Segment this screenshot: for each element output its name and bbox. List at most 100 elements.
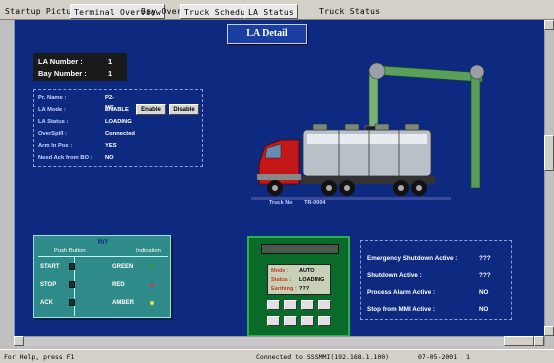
tab-la-status[interactable]: LA Status (244, 4, 299, 19)
tank-trailer (301, 123, 435, 184)
process-alarm-row: Process Alarm Active : NO (367, 287, 488, 298)
truck-illustration (251, 62, 485, 200)
bay-number-label: Bay Number : (38, 69, 87, 78)
amber-indicator-label: AMBER (112, 300, 134, 306)
push-button-header: Push Button (54, 248, 86, 254)
tab-truck-status[interactable]: Truck Status (316, 4, 383, 19)
status-value: ??? (479, 272, 491, 279)
info-value: Connected (105, 131, 135, 137)
mode-label: Mode : (271, 268, 289, 274)
earthing-row: Earthing :??? (271, 285, 309, 294)
stop-from-mmi-row: Stop from MMI Active : NO (367, 304, 488, 315)
bay-number-row: Bay Number : 1 (38, 68, 112, 79)
red-indicator-lamp (150, 283, 154, 287)
page-title: LA Detail (227, 24, 307, 44)
keypad-key[interactable] (267, 316, 280, 326)
shutdown-row: Shutdown Active :??? (367, 270, 491, 281)
hscroll-thumb[interactable] (504, 336, 534, 346)
help-text: For Help, press F1 (4, 353, 75, 361)
keypad-key[interactable] (318, 316, 331, 326)
tab-bar: Startup Picture Terminal Overview Bay Ov… (0, 0, 554, 20)
shutdown-status-panel: Emergency Shutdown Active :??? Shutdown … (360, 240, 512, 320)
horizontal-scrollbar[interactable] (14, 336, 544, 346)
keypad-key[interactable] (318, 300, 331, 310)
keypad-key[interactable] (301, 316, 314, 326)
status-page: 1 (466, 353, 470, 361)
keypad-key[interactable] (284, 300, 297, 310)
emergency-shutdown-row: Emergency Shutdown Active :??? (367, 253, 491, 264)
stop-label: STOP (40, 282, 57, 288)
truck-number: TR-0004 (304, 200, 326, 206)
scroll-thumb[interactable] (544, 135, 554, 171)
ack-label: ACK (40, 300, 53, 306)
la-number-label: LA Number : (38, 57, 83, 66)
disable-button[interactable]: Disable (169, 104, 199, 115)
green-indicator-label: GREEN (112, 264, 134, 270)
status-value: NO (479, 306, 489, 313)
la-number-box: LA Number : 1 Bay Number : 1 (33, 53, 127, 81)
info-row: Arm In Pos : YES (38, 141, 117, 151)
red-indicator-label: RED (112, 282, 125, 288)
scroll-up-button[interactable] (544, 20, 554, 30)
console-status-value: LOADING (299, 277, 325, 283)
status-label: Emergency Shutdown Active : (367, 255, 458, 262)
truck-number-label: Truck No TR-0004 (269, 200, 325, 206)
earthing-value: ??? (299, 286, 310, 292)
info-row: Need Ack from BO : NO (38, 153, 114, 163)
main-panel: LA Detail LA Number : 1 Bay Number : 1 P… (14, 20, 544, 346)
info-label: LA Mode : (38, 107, 66, 113)
start-push-button[interactable] (69, 263, 75, 270)
truck-cab (257, 139, 301, 185)
status-date: 07-05-2001 (418, 353, 458, 361)
status-label: Shutdown Active : (367, 272, 422, 279)
info-label: Need Ack from BO : (38, 155, 93, 161)
status-value: ??? (479, 255, 491, 262)
status-bar: For Help, press F1 Connected to SSSMMI(1… (0, 349, 554, 363)
vertical-scrollbar[interactable] (544, 20, 554, 346)
console-status-row: Status : LOADING (271, 276, 324, 285)
la-number-value: 1 (108, 57, 113, 66)
console-status-label: Status : (271, 277, 292, 283)
info-value: NO (105, 155, 114, 161)
ack-push-button[interactable] (69, 299, 75, 306)
bay-number-value: 1 (108, 69, 113, 78)
connection-status: Connected to SSSMMI(192.168.1.100) (256, 353, 390, 361)
info-row: OverSpill : Connected (38, 129, 135, 139)
console-screen: Mode : AUTO Status : LOADING Earthing :??? (267, 264, 331, 295)
mode-value: AUTO (299, 268, 315, 274)
info-row: LA Mode : ENABLE (38, 105, 129, 115)
left-margin (0, 20, 14, 346)
indication-header: Indication (136, 248, 161, 254)
status-label: Process Alarm Active : (367, 289, 436, 296)
rit-divider (38, 256, 168, 257)
info-label: OverSpill : (38, 131, 67, 137)
scroll-right-button[interactable] (534, 336, 544, 346)
keypad-key[interactable] (301, 300, 314, 310)
info-value: YES (105, 143, 117, 149)
la-info-panel: Pr. Name : P2-MS LA Mode : ENABLE LA Statu… (33, 89, 203, 167)
info-label: Pr. Name : (38, 95, 67, 101)
control-console: Mode : AUTO Status : LOADING Earthing :??? (247, 236, 350, 337)
status-value: NO (479, 289, 489, 296)
info-value: ENABLE (105, 107, 129, 113)
scroll-left-button[interactable] (14, 336, 24, 346)
start-label: START (40, 264, 60, 270)
keypad-key[interactable] (284, 316, 297, 326)
truck-label: Truck No (269, 200, 293, 206)
green-indicator-lamp (150, 265, 154, 269)
scroll-down-button[interactable] (544, 326, 554, 336)
rit-panel: RIT Push Button Indication START GREEN S… (33, 235, 171, 318)
console-display-bar (261, 244, 339, 254)
earthing-label: Earthing : (271, 286, 297, 292)
enable-button[interactable]: Enable (136, 104, 166, 115)
rit-title: RIT (97, 239, 109, 246)
info-value: LOADING (105, 119, 132, 125)
keypad-key[interactable] (267, 300, 280, 310)
info-row: Pr. Name : P2-MS (38, 93, 114, 111)
stop-push-button[interactable] (69, 281, 75, 288)
mode-row: Mode : AUTO (271, 267, 314, 276)
info-label: LA Status : (38, 119, 69, 125)
status-label: Stop from MMI Active : (367, 306, 435, 313)
amber-indicator-lamp (150, 301, 154, 305)
console-keypad (267, 300, 335, 332)
